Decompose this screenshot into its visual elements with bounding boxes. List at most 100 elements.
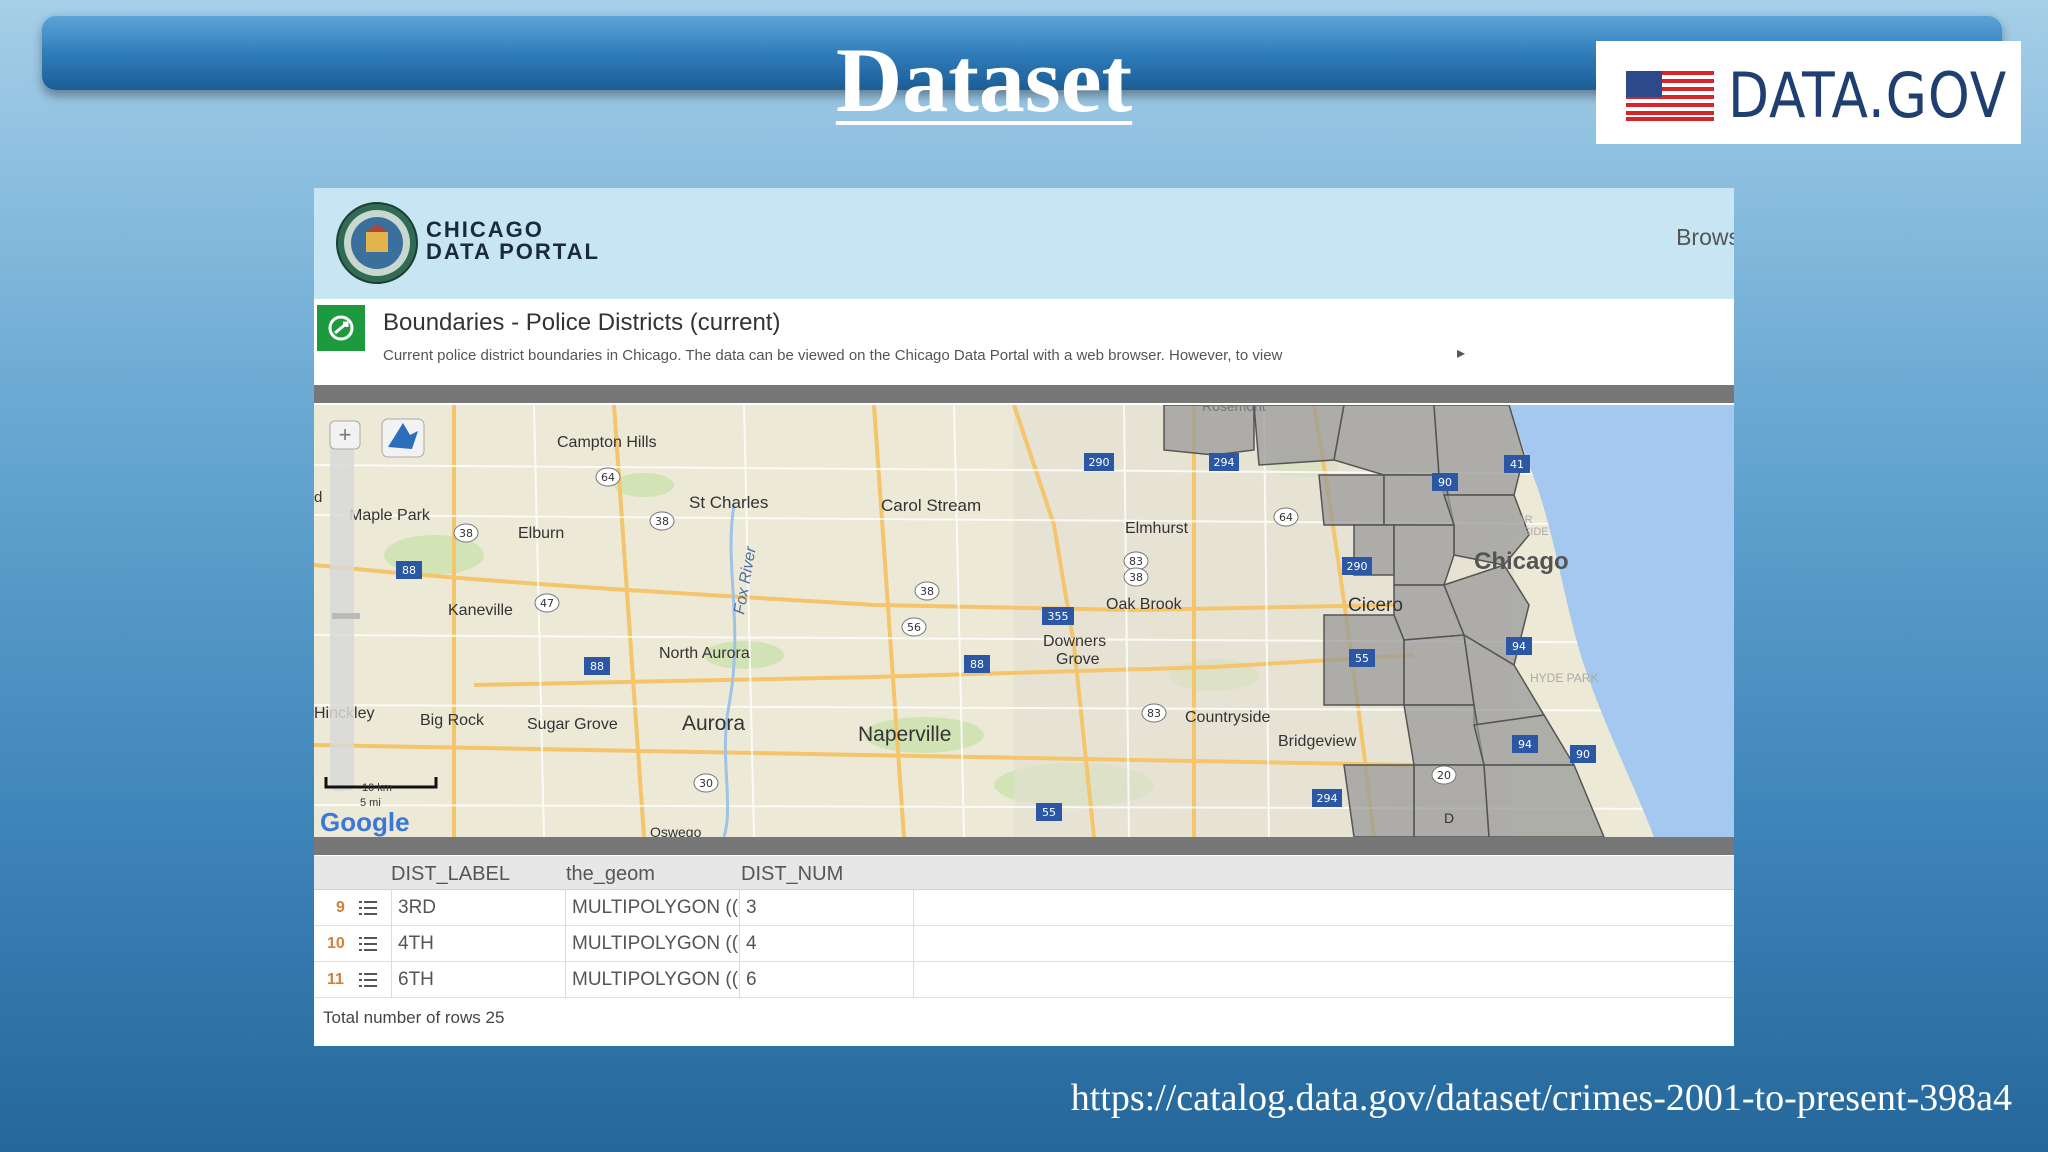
- pan-tool-icon[interactable]: [381, 418, 425, 458]
- shield-47: 47: [534, 593, 560, 613]
- shield-56: 56: [901, 617, 927, 637]
- map-canvas: 64 38 290 294 64 88 38 47 38 355 56 88 8…: [314, 405, 1734, 837]
- shield-294b: 294: [1312, 789, 1342, 807]
- svg-text:41: 41: [1510, 458, 1524, 471]
- map-view[interactable]: 64 38 290 294 64 88 38 47 38 355 56 88 8…: [314, 405, 1734, 837]
- shield-64b: 64: [1273, 507, 1299, 527]
- column-header-dist-label[interactable]: DIST_LABEL: [391, 863, 510, 886]
- svg-text:38: 38: [920, 585, 934, 598]
- svg-text:90: 90: [1576, 748, 1590, 761]
- portal-header: CHICAGO DATA PORTAL Brows: [314, 188, 1734, 299]
- cell-dist-num: 6: [746, 969, 757, 990]
- place-d-west: d: [314, 489, 322, 506]
- cell-dist-label: 4TH: [398, 933, 434, 954]
- zoom-slider-handle[interactable]: [332, 613, 360, 619]
- chicago-seal-icon: [336, 202, 418, 284]
- google-logo: Google: [320, 807, 410, 837]
- svg-text:56: 56: [907, 621, 921, 634]
- svg-text:290: 290: [1347, 560, 1368, 573]
- place-downers: Downers: [1043, 633, 1106, 650]
- place-chicago: Chicago: [1474, 548, 1569, 575]
- cell-the-geom: MULTIPOLYGON ((: [572, 897, 739, 918]
- row-details-icon[interactable]: [359, 937, 377, 951]
- row-details-icon[interactable]: [359, 973, 377, 987]
- svg-text:47: 47: [540, 597, 554, 610]
- svg-text:294: 294: [1317, 792, 1338, 805]
- shield-38b: 38: [649, 511, 675, 531]
- shield-90b: 90: [1570, 745, 1596, 763]
- source-url[interactable]: https://catalog.data.gov/dataset/crimes-…: [1071, 1076, 2012, 1120]
- data-gov-wordmark: DATA.GOV: [1728, 59, 2008, 132]
- place-big-rock: Big Rock: [420, 712, 485, 729]
- shield-88: 88: [396, 561, 422, 579]
- svg-text:290: 290: [1089, 456, 1110, 469]
- svg-text:94: 94: [1512, 640, 1526, 653]
- place-cicero: Cicero: [1348, 595, 1403, 616]
- shield-88b: 88: [584, 657, 610, 675]
- svg-text:83: 83: [1129, 555, 1143, 568]
- portal-name[interactable]: CHICAGO DATA PORTAL: [426, 219, 600, 263]
- place-campton-hills: Campton Hills: [557, 434, 657, 451]
- place-north-aurora: North Aurora: [659, 645, 750, 662]
- svg-text:83: 83: [1147, 707, 1161, 720]
- shield-294: 294: [1209, 453, 1239, 471]
- place-hyde-park: HYDE PARK: [1530, 671, 1598, 685]
- table-row[interactable]: 9 3RD MULTIPOLYGON (( 3: [314, 890, 1734, 926]
- expand-description-icon[interactable]: ▸: [1457, 343, 1465, 363]
- shield-90: 90: [1432, 473, 1458, 491]
- shield-38c: 38: [914, 581, 940, 601]
- svg-text:38: 38: [1129, 571, 1143, 584]
- shield-94: 94: [1506, 637, 1532, 655]
- browse-link[interactable]: Brows: [1676, 224, 1734, 251]
- dataset-title[interactable]: Boundaries - Police Districts (current): [383, 309, 780, 337]
- place-elburn: Elburn: [518, 525, 564, 542]
- place-d-south: D: [1444, 810, 1454, 826]
- svg-text:64: 64: [601, 471, 615, 484]
- shield-94b: 94: [1512, 735, 1538, 753]
- svg-text:30: 30: [699, 777, 713, 790]
- shield-41: 41: [1504, 455, 1530, 473]
- place-oak-brook: Oak Brook: [1106, 596, 1183, 613]
- zoom-in-icon[interactable]: +: [339, 422, 352, 447]
- shield-20: 20: [1431, 765, 1457, 785]
- portal-name-line1: CHICAGO: [426, 217, 544, 242]
- cell-dist-num: 3: [746, 897, 757, 918]
- svg-text:64: 64: [1279, 511, 1293, 524]
- svg-text:88: 88: [402, 564, 416, 577]
- shield-64: 64: [595, 467, 621, 487]
- shield-83b: 83: [1141, 703, 1167, 723]
- place-near: NEAR: [1502, 514, 1533, 526]
- table-header: DIST_LABEL the_geom DIST_NUM: [314, 856, 1734, 890]
- svg-text:88: 88: [590, 660, 604, 673]
- shield-55: 55: [1349, 649, 1375, 667]
- place-maple-park: Maple Park: [349, 507, 431, 524]
- cell-dist-label: 6TH: [398, 969, 434, 990]
- place-sugar-grove: Sugar Grove: [527, 716, 618, 733]
- place-st-charles: St Charles: [689, 493, 768, 512]
- place-rosemont: Rosemont: [1202, 405, 1266, 414]
- shield-355: 355: [1042, 607, 1074, 625]
- svg-text:88: 88: [970, 658, 984, 671]
- row-details-icon[interactable]: [359, 901, 377, 915]
- svg-text:55: 55: [1042, 806, 1056, 819]
- svg-text:38: 38: [655, 515, 669, 528]
- table-row[interactable]: 11 6TH MULTIPOLYGON (( 6: [314, 962, 1734, 998]
- shield-88c: 88: [964, 655, 990, 673]
- column-header-dist-num[interactable]: DIST_NUM: [741, 863, 843, 886]
- scale-km-label: 10 km: [362, 782, 392, 794]
- map-bottom-bar: [314, 837, 1734, 855]
- shield-83: 83: [1123, 551, 1149, 571]
- svg-text:20: 20: [1437, 769, 1451, 782]
- place-aurora: Aurora: [682, 712, 745, 735]
- shield-30: 30: [693, 773, 719, 793]
- table-row[interactable]: 10 4TH MULTIPOLYGON (( 4: [314, 926, 1734, 962]
- us-flag-icon: [1626, 71, 1714, 121]
- row-number: 9: [336, 899, 345, 916]
- place-countryside: Countryside: [1185, 709, 1270, 726]
- column-header-the-geom[interactable]: the_geom: [566, 863, 655, 886]
- shield-290b: 290: [1342, 557, 1372, 575]
- shield-290: 290: [1084, 453, 1114, 471]
- svg-text:94: 94: [1518, 738, 1532, 751]
- place-carol-stream: Carol Stream: [881, 496, 981, 515]
- cell-dist-label: 3RD: [398, 897, 437, 918]
